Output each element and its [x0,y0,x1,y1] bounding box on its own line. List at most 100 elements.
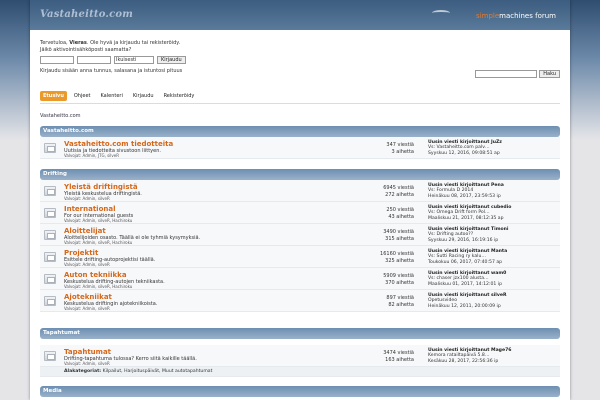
search-form: Haku [475,70,560,78]
greeting: Tervetuloa, Vieras. Ole hyvä ja kirjaudu… [40,40,180,54]
login-button[interactable]: Kirjaudu [157,56,186,64]
board-topics: 370 aihetta [385,280,414,286]
board-topics: 272 aihetta [385,192,414,198]
category-media: Media [40,386,560,397]
board-title[interactable]: Auton tekniikka [64,271,127,279]
board-topics: 325 aihetta [385,258,414,264]
board-title[interactable]: Tapahtumat [64,348,111,356]
nav-divider [40,103,560,104]
breadcrumb[interactable]: Vastaheitto.com [40,113,81,119]
last-post-date: Maaliskuu 21, 2017, 08:12:35 ap [428,215,504,221]
last-post-date: Heinäkuu 12, 2011, 20:00:09 ip [428,303,501,309]
board-last-post[interactable]: Uusin viesti kirjoittanut silveR Opetusvi… [428,293,570,309]
subboards-label: Alakategoriat: [64,369,102,374]
login-hint: Kirjaudu sisään anna tunnus, salasana ja… [40,68,183,74]
board-stats: 5909 viestiä 370 aihetta [340,273,414,287]
board-icon [44,252,56,262]
board-row: Auton tekniikka Keskustelua drifting-aut… [40,268,560,290]
last-post-subject[interactable]: Vs: Drifting autoo?? [428,232,473,237]
board-moderators: Valvojat: Admin, silveR [64,361,110,366]
board-stats: 16160 viestiä 325 aihetta [340,251,414,265]
board-icon [44,296,56,306]
last-post-subject[interactable]: Vs: Sutti Racing ry kalu… [428,254,486,259]
board-topics: 43 aihetta [388,214,414,220]
category-header[interactable]: Vastaheitto.com [40,126,560,137]
site-header: Vastaheitto.com simplemachines forum [30,0,570,30]
last-post-date: Syyskuu 12, 2016, 09:08:51 ap [428,150,500,156]
category-header[interactable]: Drifting [40,169,560,180]
board-posts: 250 viestiä [386,207,414,213]
board-last-post[interactable]: Uusin viesti kirjoittanut Manta Vs: Sutti… [428,249,570,265]
board-icon [44,351,56,361]
nav-item-home[interactable]: Etusivu [40,91,67,101]
board-row: Tapahtumat Drifting-tapahtuma tulossa? K… [40,345,560,367]
session-length-select[interactable]: Ikuisesti [114,56,154,64]
category-tapahtumat: Tapahtumat Tapahtumat Drifting-tapahtuma… [40,328,560,377]
username-input[interactable] [40,56,74,64]
board-posts: 347 viestiä [386,142,414,148]
board-last-post[interactable]: Uusin viesti kirjoittanut Mage76 Kemora r… [428,348,570,364]
nav-item-help[interactable]: Ohjeet [71,91,94,101]
nav-item-calendar[interactable]: Kalenteri [97,91,125,101]
board-title[interactable]: Ajotekniikat [64,293,112,301]
board-last-post[interactable]: Uusin viesti kirjoittanut Pena Vs: Formul… [428,183,570,199]
board-row: Aloittelijat Aloittelijoiden osasto. Tää… [40,224,560,246]
board-topics: 163 aihetta [385,357,414,363]
category-drifting: Drifting Yleistä driftingistä Yleistä ke… [40,169,560,312]
board-moderators: Valvojat: Admin, silveR, Hachiroku [64,240,133,245]
board-icon [44,274,56,284]
board-moderators: Valvojat: Admin, JTG, silveR [64,153,120,158]
board-row: Vastaheitto.com tiedotteita Uutisia ja t… [40,137,560,159]
board-title[interactable]: Yleistä driftingistä [64,183,138,191]
board-posts: 16160 viestiä [380,251,414,257]
nav-item-register[interactable]: Rekisteröidy [161,91,198,101]
password-input[interactable] [77,56,111,64]
board-moderators: Valvojat: Admin, silveR [64,196,110,201]
board-stats: 3474 viestiä 163 aihetta [340,350,414,364]
last-post-subject[interactable]: Kemora ratailtapäivä 5.8… [428,353,489,358]
board-stats: 897 viestiä 82 aihetta [340,295,414,309]
board-posts: 6945 viestiä [383,185,414,191]
last-post-subject[interactable]: Opetusvideo [428,298,457,303]
board-last-post[interactable]: Uusin viesti kirjoittanut wam0 Vs: chaser… [428,271,570,287]
board-icon [44,208,56,218]
board-title[interactable]: Projektit [64,249,98,257]
greeting-text: Tervetuloa, [40,40,68,46]
board-title[interactable]: Vastaheitto.com tiedotteita [64,140,173,148]
last-post-date: Kesäkuu 28, 2017, 22:56:36 ip [428,358,499,364]
board-posts: 5909 viestiä [383,273,414,279]
board-icon [44,230,56,240]
last-post-date: Maaliskuu 01, 2017, 14:12:01 ip [428,281,503,287]
board-title[interactable]: Aloittelijat [64,227,106,235]
board-stats: 3490 viestiä 315 aihetta [340,229,414,243]
category-vastaheitto: Vastaheitto.com Vastaheitto.com tiedotte… [40,126,560,159]
board-row: Ajotekniikat Keskustelua driftingin ajot… [40,290,560,312]
board-posts: 897 viestiä [386,295,414,301]
category-header[interactable]: Tapahtumat [40,328,560,339]
last-post-subject[interactable]: Vs: Omega Drift form Pol… [428,210,490,215]
guest-name: Vieras [69,40,87,46]
activation-link[interactable]: Jäikö aktivointisähköposti saamatta? [40,47,131,53]
greeting-rest[interactable]: . Ole hyvä ja kirjaudu tai rekisteröidy. [87,40,180,46]
search-button[interactable]: Haku [539,70,560,78]
last-post-subject[interactable]: Vs: chaser jzx100 alusta… [428,276,489,281]
board-moderators: Valvojat: Admin, silveR, Hachiroku [64,284,133,289]
board-last-post[interactable]: Uusin viesti kirjoittanut Timoni Vs: Drif… [428,227,570,243]
smf-logo-part1: simple [476,12,500,20]
search-input[interactable] [475,70,538,78]
site-logo[interactable]: Vastaheitto.com [40,9,133,20]
nav-item-login[interactable]: Kirjaudu [130,91,157,101]
category-header[interactable]: Media [40,386,560,397]
board-last-post[interactable]: Uusin viesti kirjoittanut cubedio Vs: Ome… [428,205,570,221]
user-bar: Tervetuloa, Vieras. Ole hyvä ja kirjaudu… [30,30,570,92]
subboards-links[interactable]: Kilpailut, Harjoituspäivät, Muut autotap… [103,369,213,374]
board-last-post[interactable]: Uusin viesti kirjoittanut JuZz Vs: Vastah… [428,140,570,156]
board-icon [44,143,56,153]
last-post-date: Syyskuu 29, 2016, 16:19:16 ip [428,237,499,243]
board-stats: 6945 viestiä 272 aihetta [340,185,414,199]
board-title[interactable]: International [64,205,116,213]
last-post-date: Toukokuu 06, 2017, 07:40:57 ap [428,259,503,265]
last-post-subject[interactable]: Vs: Vastaheitto.com palv… [428,145,490,150]
last-post-subject[interactable]: Vs: Formula D 2014 [428,188,473,193]
smf-logo[interactable]: simplemachines forum [476,12,556,20]
